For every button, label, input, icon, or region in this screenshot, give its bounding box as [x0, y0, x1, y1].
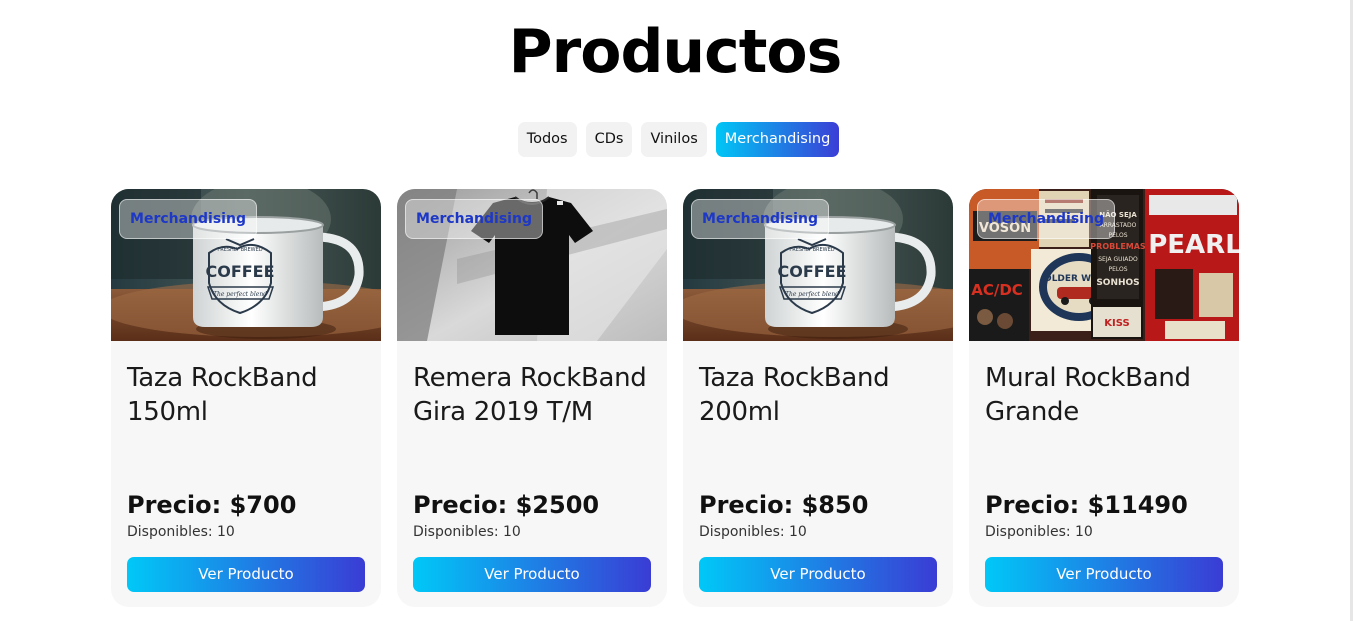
product-image: VOSON AC/DC OLDER WISER NÃO SEJA ARRASTA… [969, 189, 1239, 341]
product-stock: Disponibles: 10 [985, 524, 1093, 540]
svg-text:The perfect blend: The perfect blend [785, 291, 839, 298]
product-grid: FRESHLY BREWED COFFEE The perfect blend … [111, 189, 1239, 607]
product-image: FRESHLY BREWED COFFEE The perfect blend … [111, 189, 381, 341]
product-image: Merchandising [397, 189, 667, 341]
svg-text:KISS: KISS [1104, 318, 1129, 329]
view-product-button[interactable]: Ver Producto [699, 557, 937, 592]
svg-text:PROBLEMAS: PROBLEMAS [1090, 242, 1146, 251]
product-card: FRESHLY BREWED COFFEE The perfect blend … [683, 189, 953, 607]
product-price: Precio: $11490 [985, 491, 1188, 519]
page-title: Productos [508, 17, 843, 87]
category-badge: Merchandising [119, 199, 257, 239]
category-badge: Merchandising [977, 199, 1115, 239]
product-stock: Disponibles: 10 [413, 524, 521, 540]
view-product-button[interactable]: Ver Producto [413, 557, 651, 592]
category-badge: Merchandising [691, 199, 829, 239]
svg-text:PEARL: PEARL [1148, 230, 1239, 260]
product-stock: Disponibles: 10 [127, 524, 235, 540]
product-card: Merchandising Remera RockBand Gira 2019 … [397, 189, 667, 607]
svg-text:SEJA GUIADO: SEJA GUIADO [1098, 256, 1138, 263]
category-filters: Todos CDs Vinilos Merchandising [0, 122, 1353, 157]
filter-cds-button[interactable]: CDs [585, 122, 633, 157]
svg-text:The perfect blend: The perfect blend [213, 291, 267, 298]
svg-text:AC/DC: AC/DC [971, 281, 1023, 299]
product-name: Taza RockBand 200ml [699, 363, 890, 427]
product-name: Remera RockBand Gira 2019 T/M [413, 363, 647, 427]
filter-todos-button[interactable]: Todos [517, 122, 577, 157]
product-price: Precio: $850 [699, 491, 869, 519]
svg-text:COFFEE: COFFEE [205, 262, 274, 281]
category-badge: Merchandising [405, 199, 543, 239]
view-product-button[interactable]: Ver Producto [985, 557, 1223, 592]
product-price: Precio: $700 [127, 491, 297, 519]
svg-text:SONHOS: SONHOS [1096, 278, 1139, 288]
view-product-button[interactable]: Ver Producto [127, 557, 365, 592]
product-stock: Disponibles: 10 [699, 524, 807, 540]
product-card: VOSON AC/DC OLDER WISER NÃO SEJA ARRASTA… [969, 189, 1239, 607]
product-name: Mural RockBand Grande [985, 363, 1191, 427]
svg-text:FRESHLY BREWED: FRESHLY BREWED [789, 247, 834, 253]
filter-merchandising-button[interactable]: Merchandising [715, 122, 840, 157]
svg-text:COFFEE: COFFEE [777, 262, 846, 281]
svg-text:FRESHLY BREWED: FRESHLY BREWED [217, 247, 262, 253]
svg-text:PELOS: PELOS [1108, 266, 1127, 273]
product-image: FRESHLY BREWED COFFEE The perfect blend … [683, 189, 953, 341]
product-price: Precio: $2500 [413, 491, 600, 519]
product-name: Taza RockBand 150ml [127, 363, 318, 427]
products-page: Productos Todos CDs Vinilos Merchandisin… [0, 0, 1353, 621]
product-card: FRESHLY BREWED COFFEE The perfect blend … [111, 189, 381, 607]
filter-vinilos-button[interactable]: Vinilos [641, 122, 707, 157]
